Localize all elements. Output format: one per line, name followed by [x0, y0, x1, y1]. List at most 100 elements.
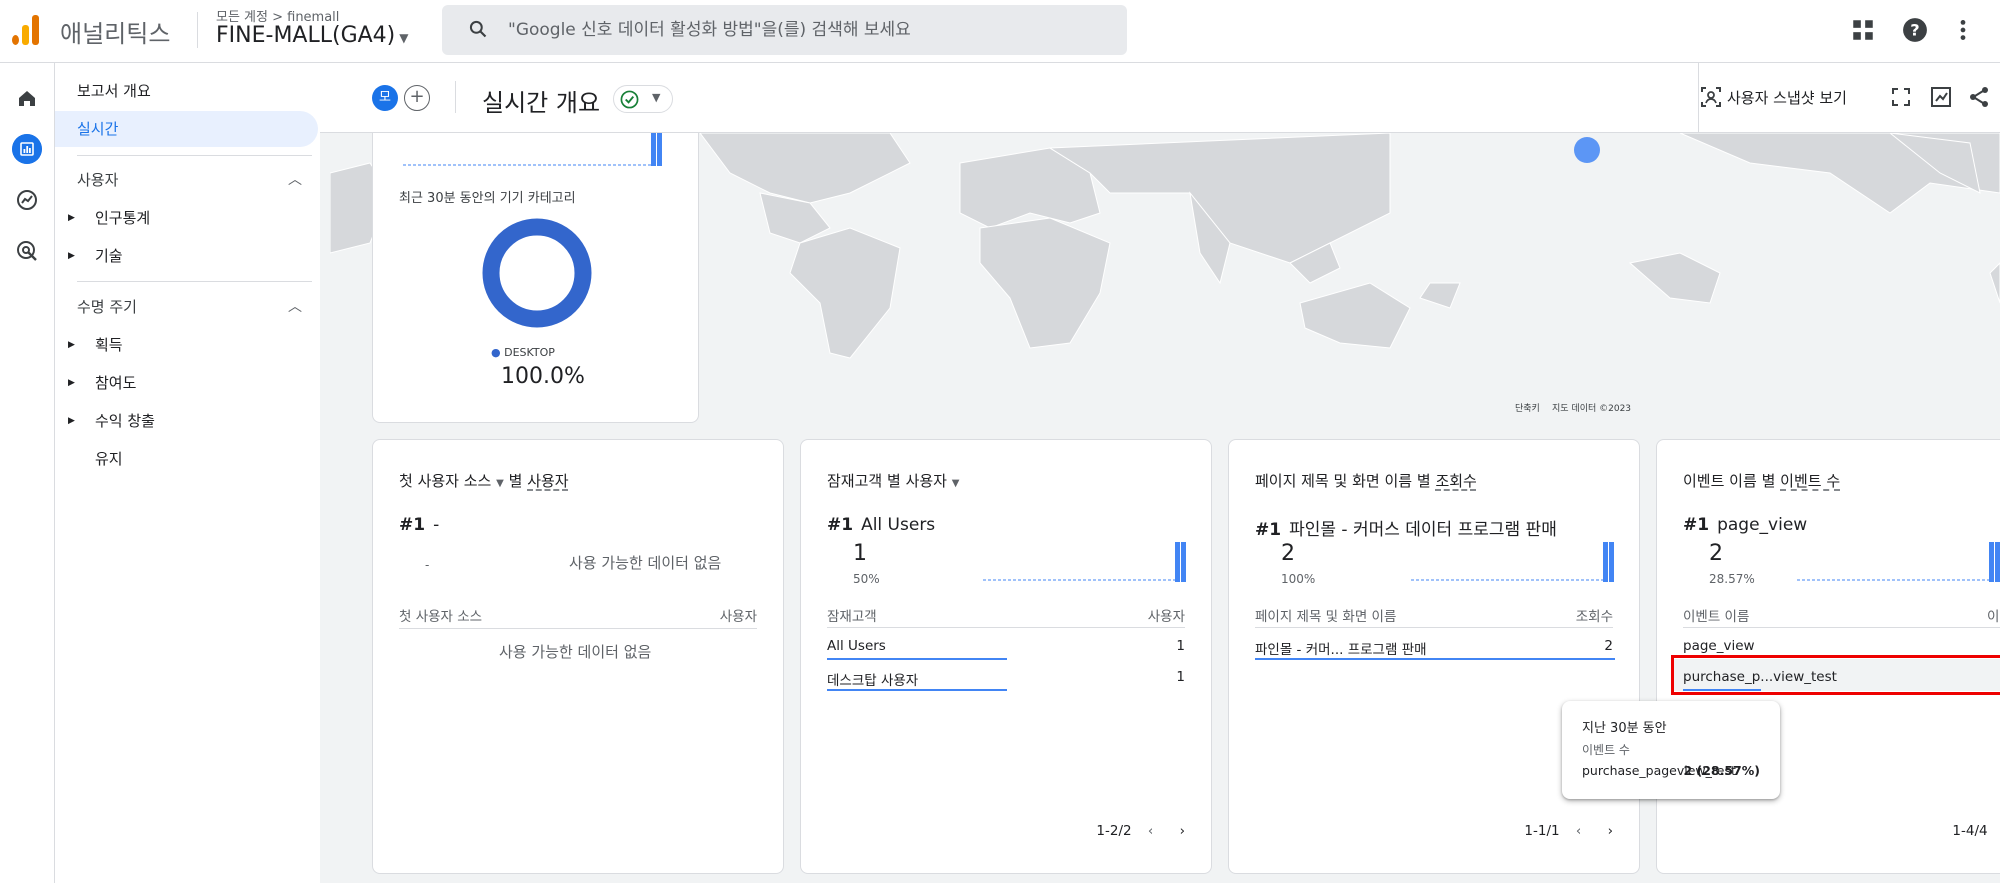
analytics-logo-icon[interactable]: [12, 13, 40, 45]
next-page-icon[interactable]: ›: [1608, 823, 1613, 839]
card-title: 이벤트 이름 별 이벤트 수: [1683, 470, 1840, 491]
row-bar: [827, 689, 1007, 691]
nav-label: 인구통계: [95, 209, 151, 227]
table-row-value: 1: [1176, 669, 1185, 685]
page-title: 실시간 개요: [482, 89, 601, 117]
nav-report-overview[interactable]: 보고서 개요: [55, 73, 320, 109]
expand-arrow-icon: ▶: [68, 416, 75, 426]
search-icon: [469, 20, 487, 38]
prev-page-icon[interactable]: ‹: [1148, 823, 1153, 839]
property-selector[interactable]: FINE-MALL(GA4) ▼: [216, 23, 408, 48]
first-user-source-card: 첫 사용자 소스 ▼ 별 사용자 #1- - 사용 가능한 데이터 없음 첫 사…: [372, 439, 784, 874]
app-name: 애널리틱스: [60, 20, 171, 48]
nav-retention[interactable]: 유지: [55, 441, 320, 477]
nav-demographics[interactable]: ▶ 인구통계: [55, 200, 320, 236]
more-vert-icon[interactable]: [1950, 17, 1976, 43]
divider: [1683, 627, 2000, 628]
nav-label: 획득: [95, 336, 123, 354]
advertising-icon[interactable]: [12, 236, 42, 266]
dimension-label: 이벤트 이름: [1683, 472, 1757, 490]
nav-section-user[interactable]: 사용자 ︿: [55, 162, 320, 198]
status-dropdown[interactable]: ▼: [613, 85, 673, 113]
pagination: 1-1/1 ‹ ›: [1524, 823, 1613, 839]
audience-card: 잠재고객 별 사용자 ▼ #1 All Users 1 50% 잠재고객 사용자 …: [800, 439, 1212, 874]
help-icon[interactable]: ?: [1902, 17, 1928, 43]
column-header: 조회수: [1575, 609, 1613, 625]
apps-grid-icon[interactable]: [1850, 17, 1876, 43]
search-bar[interactable]: [442, 5, 1127, 55]
page-range: 1-1/1: [1524, 823, 1560, 839]
report-nav: 보고서 개요 실시간 사용자 ︿ ▶ 인구통계 ▶ 기술 수명 주기 ︿ ▶ 획득 ▶ 참여…: [55, 63, 320, 883]
dimension-label: 페이지 제목 및 화면 이름: [1255, 472, 1413, 490]
chart-tooltip: 지난 30분 동안 이벤트 수 purchase_pageview_test 2…: [1562, 701, 1780, 799]
metric-label[interactable]: 이벤트 수: [1780, 472, 1840, 490]
nav-section-lifecycle[interactable]: 수명 주기 ︿: [55, 289, 320, 325]
table-row-label[interactable]: page_view: [1683, 638, 1755, 654]
report-toolbar: 모 + 실시간 개요 ▼ 사용자 스냅샷 보기: [320, 63, 2000, 133]
card-title: 잠재고객 별 사용자 ▼: [827, 470, 959, 491]
nav-tech[interactable]: ▶ 기술: [55, 238, 320, 274]
table-row-label[interactable]: All Users: [827, 638, 886, 654]
dimension-selector[interactable]: 첫 사용자 소스 ▼: [399, 472, 504, 490]
donut-chart[interactable]: [481, 217, 593, 329]
share-icon[interactable]: [1967, 85, 1991, 109]
top-item: #1 파인몰 - 커머스 데이터 프로그램 판매: [1255, 515, 1557, 540]
nav-monetization[interactable]: ▶ 수익 창출: [55, 403, 320, 439]
rank-label: page_view: [1717, 515, 1808, 535]
home-icon[interactable]: [12, 83, 42, 113]
page-range: 1-2/2: [1096, 823, 1132, 839]
page-range: 1-4/4: [1952, 823, 1988, 839]
search-input[interactable]: [508, 13, 1108, 47]
metric-label[interactable]: 조회수: [1435, 472, 1476, 490]
nav-engagement[interactable]: ▶ 참여도: [55, 365, 320, 401]
caret-down-icon: ▼: [652, 91, 661, 104]
top-bar: 애널리틱스 모든 계정 > finemall FINE-MALL(GA4)▼ ?: [0, 0, 2000, 63]
toolbar-actions: 사용자 스냅샷 보기: [1698, 63, 2000, 133]
chevron-up-icon: ︿: [288, 299, 302, 315]
insights-icon[interactable]: [1929, 85, 1953, 109]
column-header: 페이지 제목 및 화면 이름: [1255, 609, 1397, 625]
user-snapshot-button[interactable]: 사용자 스냅샷 보기: [1727, 87, 1847, 108]
add-comparison-button[interactable]: +: [404, 85, 430, 111]
table-row-value: 1: [1176, 638, 1185, 654]
nav-realtime[interactable]: 실시간: [55, 111, 318, 147]
rank-number: #1: [1683, 515, 1710, 535]
rank-number: #1: [399, 515, 426, 535]
chevron-up-icon: ︿: [288, 172, 302, 188]
table-row-label[interactable]: 데스크탑 사용자: [827, 669, 918, 689]
next-page-icon[interactable]: ›: [1180, 823, 1185, 839]
divider: [827, 627, 1185, 628]
divider: [77, 281, 312, 282]
rank-number: #1: [827, 515, 854, 535]
dimension-label: 첫 사용자 소스: [399, 472, 492, 490]
fullscreen-icon[interactable]: [1891, 87, 1911, 107]
table-row-label[interactable]: 파인몰 - 커머... 프로그램 판매: [1255, 638, 1427, 658]
nav-acquisition[interactable]: ▶ 획득: [55, 327, 320, 363]
svg-text:?: ?: [1910, 20, 1919, 39]
divider: [1255, 627, 1613, 628]
device-card-title: 최근 30분 동안의 기기 카테고리: [399, 191, 576, 206]
title-connector: 별: [1761, 472, 1776, 490]
dimension-selector[interactable]: 잠재고객 별 사용자 ▼: [827, 472, 959, 490]
user-snapshot-icon: [1701, 87, 1721, 107]
sparkline: [983, 542, 1186, 582]
page-title-card: 페이지 제목 및 화면 이름 별 조회수 #1 파인몰 - 커머스 데이터 프로그…: [1228, 439, 1640, 874]
column-header: 잠재고객: [827, 609, 877, 625]
card-title: 첫 사용자 소스 ▼ 별 사용자: [399, 470, 569, 491]
device-category-card: 최근 30분 동안의 기기 카테고리 ● DESKTOP 100.0%: [372, 133, 699, 423]
rank-label: 파인몰 - 커머스 데이터 프로그램 판매: [1289, 520, 1557, 540]
top-item-value: 1: [853, 541, 867, 566]
rank-label: -: [433, 515, 440, 535]
event-name-card: 이벤트 이름 별 이벤트 수 #1 page_view 2 28.57% 이벤트 …: [1656, 439, 2000, 874]
reports-icon[interactable]: [12, 134, 42, 164]
rank-number: #1: [1255, 520, 1282, 540]
metric-label[interactable]: 사용자: [527, 472, 568, 490]
map-shortcuts[interactable]: 단축키: [1515, 403, 1540, 414]
prev-page-icon[interactable]: ‹: [1576, 823, 1581, 839]
comparison-avatar[interactable]: 모: [372, 85, 398, 111]
top-item-percent: 28.57%: [1709, 572, 1755, 586]
row-bar: [1255, 658, 1615, 660]
explore-icon[interactable]: [12, 185, 42, 215]
sparkline: [403, 133, 662, 166]
nav-label: 참여도: [95, 374, 137, 392]
